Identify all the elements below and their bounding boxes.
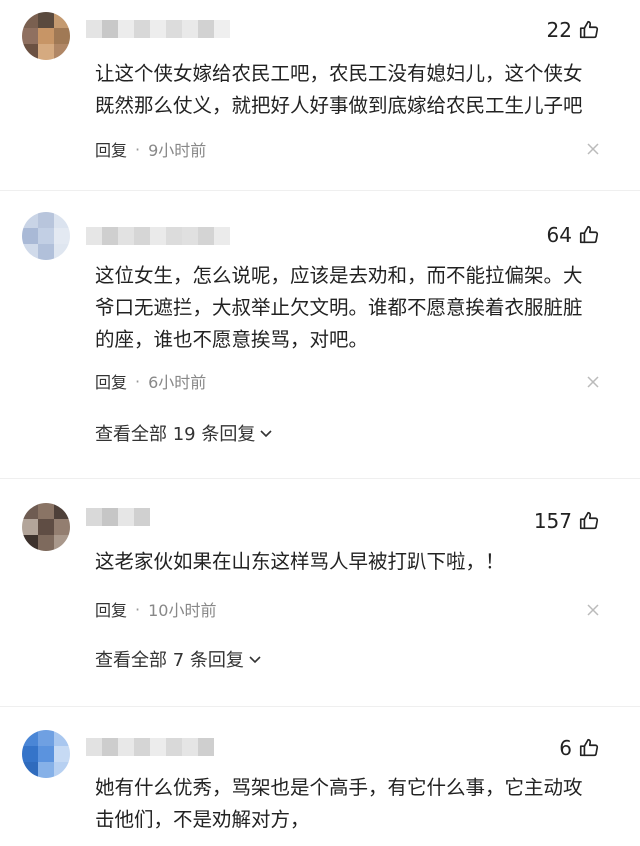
- avatar[interactable]: [22, 12, 70, 60]
- timestamp: 10小时前: [148, 601, 217, 620]
- divider: [0, 190, 640, 191]
- chevron-down-icon: [260, 430, 272, 438]
- thumbs-up-icon: [579, 511, 599, 530]
- view-all-replies-button[interactable]: 查看全部 19 条回复: [95, 420, 273, 446]
- timestamp: 9小时前: [148, 141, 207, 160]
- like-count: 6: [559, 736, 572, 760]
- avatar[interactable]: [22, 212, 70, 260]
- close-icon[interactable]: [586, 603, 600, 617]
- comment-text: 让这个侠女嫁给农民工吧，农民工没有媳妇儿，这个侠女 既然那么仗义，就把好人好事做…: [95, 62, 583, 117]
- avatar[interactable]: [22, 730, 70, 778]
- comment-meta: 回复 · 10小时前: [95, 597, 216, 621]
- timestamp: 6小时前: [148, 373, 207, 392]
- close-icon[interactable]: [586, 375, 600, 389]
- reply-button[interactable]: 回复: [95, 597, 127, 621]
- comment-meta: 回复 · 9小时前: [95, 137, 206, 161]
- comment-text: 这位女生，怎么说呢，应该是去劝和，而不能拉偏架。大 爷口无遮拦，大叔举止欠文明。…: [95, 264, 583, 351]
- username[interactable]: [86, 20, 230, 38]
- thumbs-up-icon: [579, 225, 599, 244]
- username[interactable]: [86, 508, 150, 526]
- like-button[interactable]: 6: [559, 736, 600, 760]
- thumbs-up-icon: [579, 738, 599, 757]
- username[interactable]: [86, 227, 230, 245]
- username[interactable]: [86, 738, 214, 756]
- like-count: 157: [533, 509, 572, 533]
- like-count: 64: [546, 223, 572, 247]
- reply-button[interactable]: 回复: [95, 137, 127, 161]
- like-count: 22: [546, 18, 572, 42]
- chevron-down-icon: [249, 656, 261, 664]
- comment-text: 她有什么优秀，骂架也是个高手，有它什么事，它主动攻 击他们，不是劝解对方，: [95, 776, 583, 831]
- like-button[interactable]: 22: [547, 18, 600, 42]
- close-icon[interactable]: [586, 142, 600, 156]
- reply-button[interactable]: 回复: [95, 369, 127, 393]
- comment-text: 这老家伙如果在山东这样骂人早被打趴下啦，！: [95, 550, 505, 573]
- comment-meta: 回复 · 6小时前: [95, 369, 206, 393]
- divider: [0, 478, 640, 479]
- avatar[interactable]: [22, 503, 70, 551]
- view-all-replies-button[interactable]: 查看全部 7 条回复: [95, 646, 262, 672]
- like-button[interactable]: 157: [534, 509, 600, 533]
- thumbs-up-icon: [579, 20, 599, 39]
- divider: [0, 706, 640, 707]
- like-button[interactable]: 64: [547, 223, 600, 247]
